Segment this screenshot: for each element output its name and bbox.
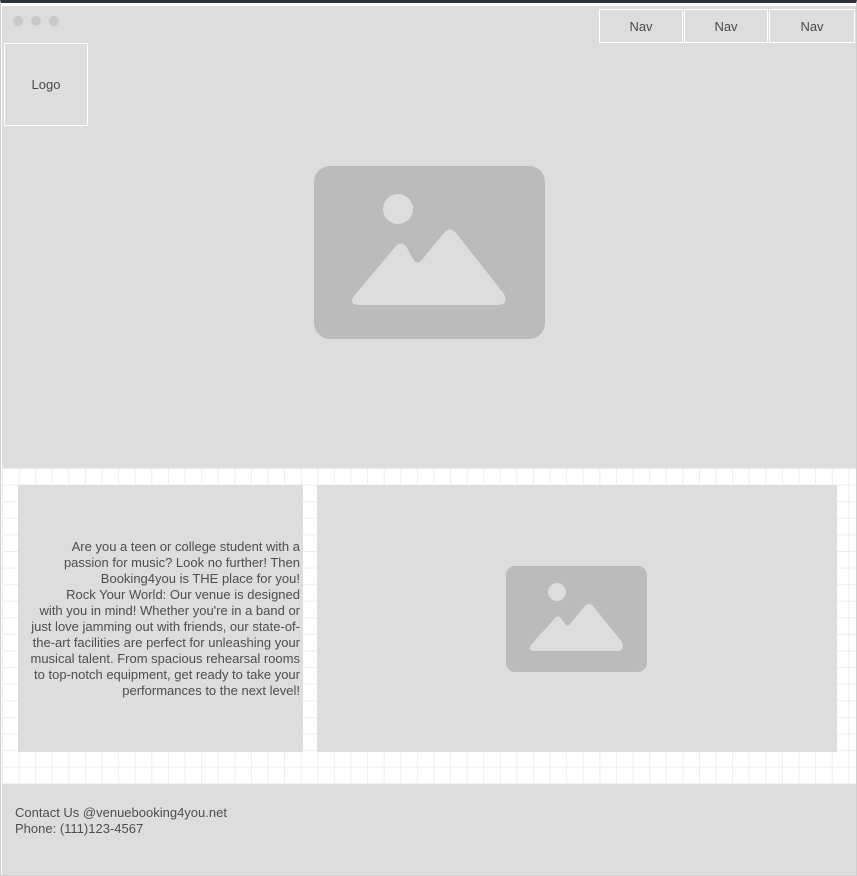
- contact-phone: Phone: (111)123-4567: [15, 821, 144, 836]
- media-panel: [317, 485, 837, 752]
- window-controls: [13, 16, 59, 26]
- nav-item-1[interactable]: Nav: [599, 9, 683, 43]
- maximize-dot-icon[interactable]: [49, 16, 59, 26]
- top-nav: Nav Nav Nav: [599, 9, 855, 43]
- contact-email[interactable]: Contact Us @venuebooking4you.net: [15, 805, 227, 821]
- close-dot-icon[interactable]: [13, 16, 23, 26]
- intro-line: just love jamming out with friends, our …: [31, 618, 300, 634]
- image-placeholder-icon: [506, 566, 647, 672]
- intro-text-panel: Are you a teen or college student with a…: [18, 485, 303, 752]
- nav-item-2[interactable]: Nav: [684, 9, 768, 43]
- intro-line: passion for music? Look no further! Then: [63, 554, 300, 570]
- intro-line: Rock Your World: Our venue is designed: [66, 586, 300, 602]
- intro-line: musical talent. From spacious rehearsal …: [30, 650, 301, 666]
- intro-line: the-art facilities are perfect for unlea…: [32, 634, 300, 650]
- intro-line: to top-notch equipment, get ready to tak…: [34, 666, 300, 682]
- hero-section: Nav Nav Nav Logo: [2, 6, 856, 468]
- minimize-dot-icon[interactable]: [31, 16, 41, 26]
- footer: Contact Us @venuebooking4you.net Phone: …: [2, 784, 856, 875]
- image-placeholder-icon: [314, 166, 545, 339]
- intro-paragraph: Are you a teen or college student with a…: [31, 539, 301, 699]
- intro-line: Are you a teen or college student with a: [71, 538, 300, 554]
- contact-info: Contact Us @venuebooking4you.net Phone: …: [15, 805, 227, 837]
- logo[interactable]: Logo: [4, 43, 88, 126]
- intro-line: Booking4you is THE place for you!: [100, 570, 300, 586]
- browser-window: Nav Nav Nav Logo Are you a teen or colle…: [0, 0, 857, 876]
- intro-line: performances to the next level!: [122, 682, 300, 698]
- nav-item-3[interactable]: Nav: [769, 9, 855, 43]
- intro-line: with you in mind! Whether you're in a ba…: [39, 602, 300, 618]
